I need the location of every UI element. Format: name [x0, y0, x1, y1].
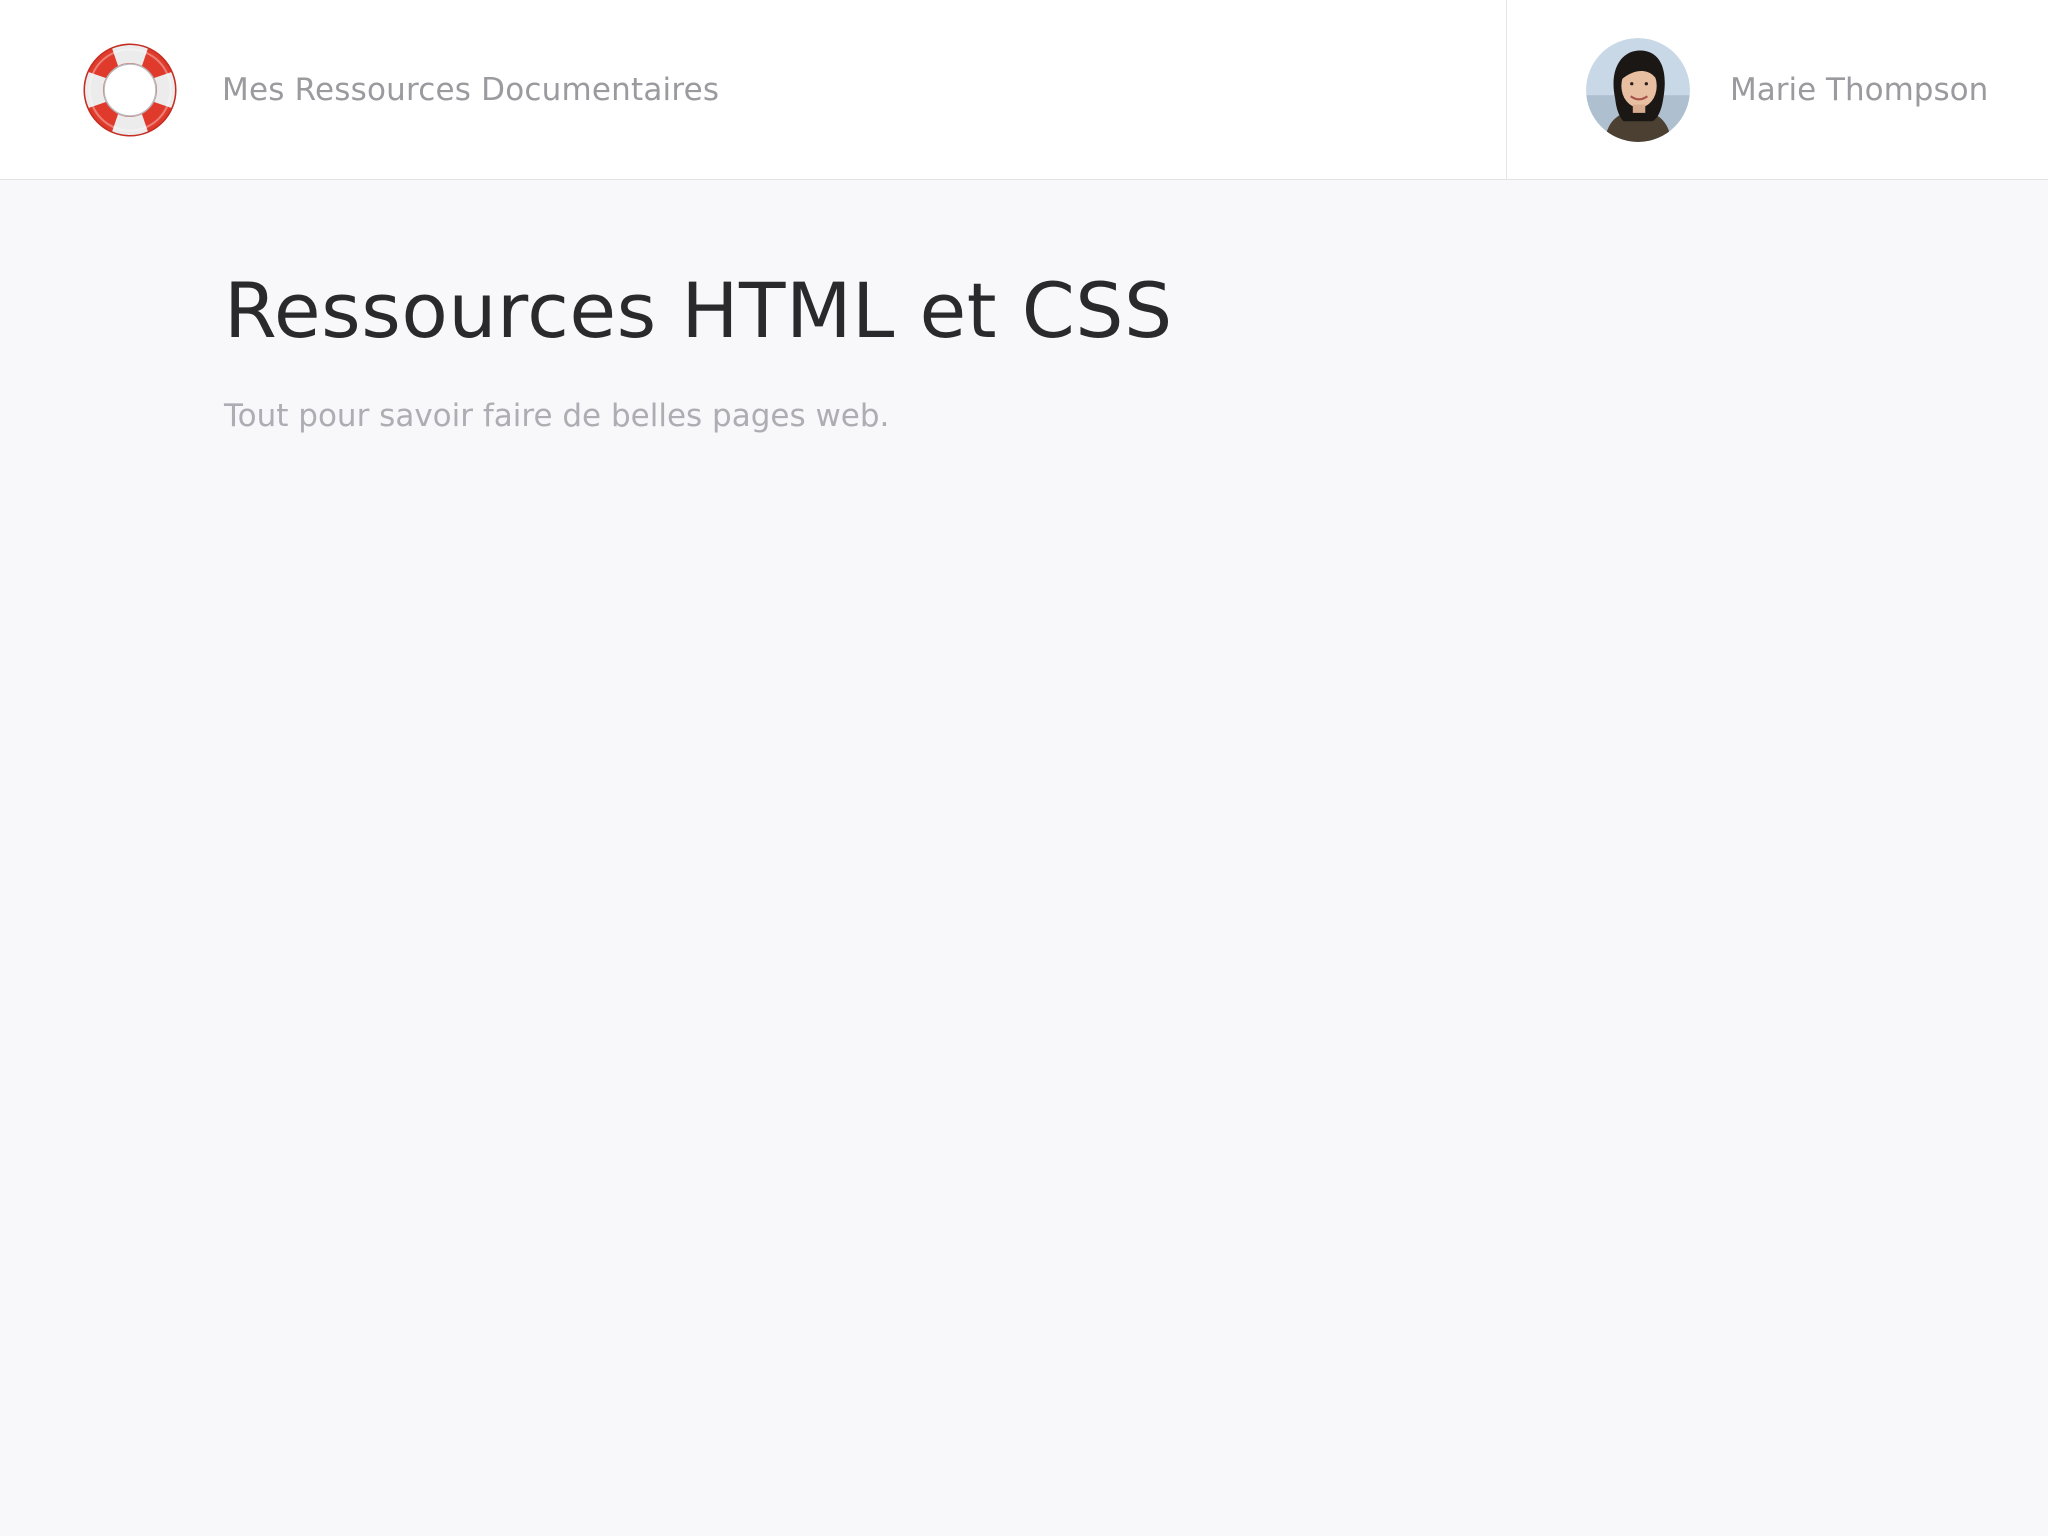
user-name: Marie Thompson: [1730, 72, 1989, 108]
header-divider: [1506, 0, 1507, 180]
main-content: Ressources HTML et CSS Tout pour savoir …: [224, 258, 1824, 434]
lifebuoy-icon: [83, 43, 177, 137]
brand-name: Mes Ressources Documentaires: [222, 72, 720, 108]
top-header: Mes Ressources Documentaires Marie Thomp…: [0, 0, 2048, 180]
page-subtitle: Tout pour savoir faire de belles pages w…: [224, 398, 890, 434]
brand-home-link[interactable]: Mes Ressources Documentaires: [78, 38, 719, 142]
page-title: Ressources HTML et CSS: [224, 266, 1173, 355]
user-avatar: [1586, 38, 1690, 142]
user-menu[interactable]: Marie Thompson: [1586, 38, 1988, 142]
